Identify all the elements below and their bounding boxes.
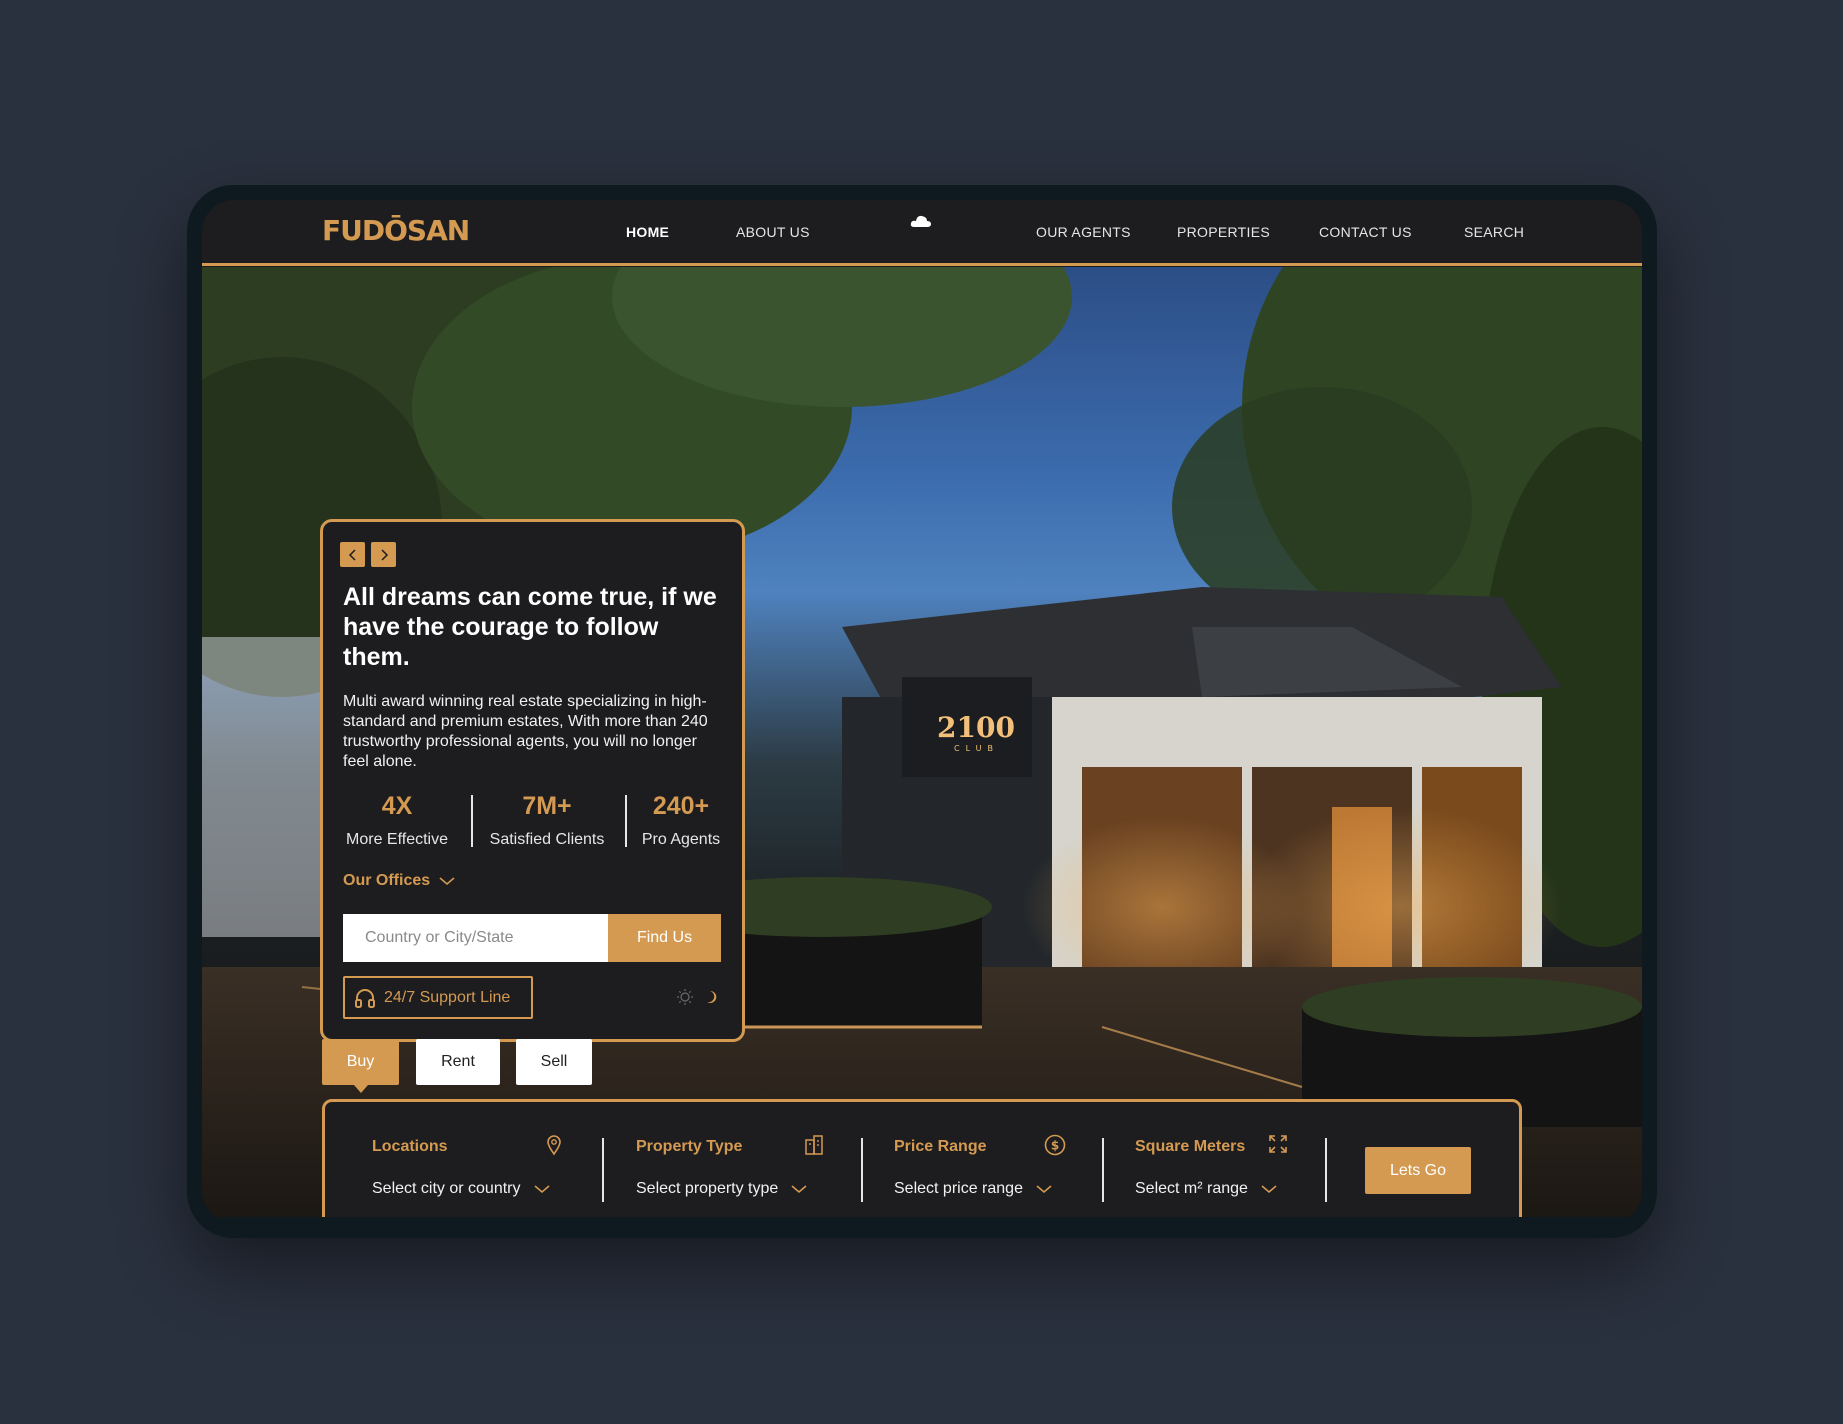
tab-sell[interactable]: Sell (516, 1039, 592, 1085)
top-navigation: FUDŌSAN HOME ABOUT US OUR AGENTS PROPERT… (202, 200, 1642, 266)
filter-title: Property Type (636, 1138, 743, 1155)
property-type-select[interactable]: Select property type (636, 1180, 826, 1198)
support-line-button[interactable]: 24/7 Support Line (343, 976, 533, 1019)
filter-price-range: Price Range $ Select price range (894, 1134, 1066, 1198)
filter-value: Select city or country (372, 1180, 521, 1197)
stat-more-effective: 4X More Effective (343, 792, 451, 849)
nav-about-us[interactable]: ABOUT US (736, 224, 810, 240)
property-filter-bar: Locations Select city or country Propert… (322, 1099, 1522, 1223)
screen: FUDŌSAN HOME ABOUT US OUR AGENTS PROPERT… (202, 200, 1642, 1223)
stat-value: 4X (381, 792, 413, 820)
building-sign-sub: CLUB (954, 744, 999, 753)
lets-go-button[interactable]: Lets Go (1365, 1147, 1471, 1194)
our-offices-dropdown[interactable]: Our Offices (343, 872, 456, 890)
nav-properties[interactable]: PROPERTIES (1177, 224, 1270, 240)
nav-contact-us[interactable]: CONTACT US (1319, 224, 1412, 240)
price-range-select[interactable]: Select price range (894, 1180, 1064, 1198)
screen-bezel-bottom (202, 1217, 1642, 1223)
expand-icon (1269, 1135, 1287, 1153)
filter-square-meters: Square Meters Select m² range (1135, 1135, 1305, 1198)
stat-pro-agents: 240+ Pro Agents (631, 792, 731, 849)
building-icon (805, 1135, 823, 1155)
our-offices-label: Our Offices (343, 872, 431, 889)
chevron-right-icon (380, 548, 388, 561)
tab-rent[interactable]: Rent (416, 1039, 500, 1085)
moon-icon[interactable] (704, 989, 720, 1005)
stat-satisfied-clients: 7M+ Satisfied Clients (483, 792, 611, 849)
filter-value: Select property type (636, 1180, 779, 1197)
stat-label: Satisfied Clients (489, 831, 605, 848)
filter-divider (1102, 1138, 1104, 1202)
chevron-down-icon (1036, 1185, 1052, 1194)
hero-section: 2100 CLUB All dreams can come true, if w… (202, 267, 1642, 1223)
stat-divider (625, 795, 627, 847)
hero-description: Multi award winning real estate speciali… (343, 693, 708, 770)
chevron-down-icon (791, 1185, 807, 1194)
filter-value: Select price range (894, 1180, 1023, 1197)
filter-value: Select m² range (1135, 1180, 1248, 1197)
headphones-icon (355, 988, 375, 1008)
sun-icon[interactable] (676, 988, 694, 1006)
filter-locations: Locations Select city or country (372, 1135, 562, 1198)
chevron-down-icon (533, 1185, 550, 1194)
filter-property-type: Property Type Select property type (636, 1135, 826, 1198)
stat-divider (471, 795, 473, 847)
theme-toggle (676, 988, 720, 1006)
prev-slide-button[interactable] (340, 542, 365, 567)
stat-value: 240+ (652, 792, 710, 820)
nav-home[interactable]: HOME (626, 224, 669, 240)
square-meters-select[interactable]: Select m² range (1135, 1180, 1305, 1198)
nav-search[interactable]: SEARCH (1464, 224, 1524, 240)
find-us-button[interactable]: Find Us (608, 914, 721, 962)
locations-select[interactable]: Select city or country (372, 1180, 562, 1198)
svg-text:$: $ (1051, 1139, 1059, 1153)
tab-buy[interactable]: Buy (322, 1039, 399, 1093)
office-search-input[interactable] (343, 914, 608, 962)
stat-label: More Effective (346, 831, 448, 848)
stat-value: 7M+ (522, 792, 572, 820)
chevron-down-icon (1261, 1185, 1277, 1194)
filter-divider (1325, 1138, 1327, 1202)
filter-divider (861, 1138, 863, 1202)
support-line-label: 24/7 Support Line (384, 988, 511, 1006)
stat-label: Pro Agents (641, 831, 721, 848)
filter-divider (602, 1138, 604, 1202)
hero-headline: All dreams can come true, if we have the… (343, 583, 717, 671)
cloud-icon[interactable] (910, 214, 932, 233)
next-slide-button[interactable] (371, 542, 396, 567)
filter-title: Price Range (894, 1138, 987, 1155)
brand-logo[interactable]: FUDŌSAN (322, 214, 470, 247)
chevron-left-icon (348, 548, 356, 561)
nav-our-agents[interactable]: OUR AGENTS (1036, 224, 1131, 240)
hero-info-card: All dreams can come true, if we have the… (320, 519, 745, 1042)
dollar-icon: $ (1044, 1134, 1066, 1156)
filter-title: Locations (372, 1138, 448, 1155)
map-pin-icon (547, 1135, 561, 1156)
building-sign: 2100 (937, 711, 1015, 744)
chevron-down-icon (439, 877, 455, 885)
